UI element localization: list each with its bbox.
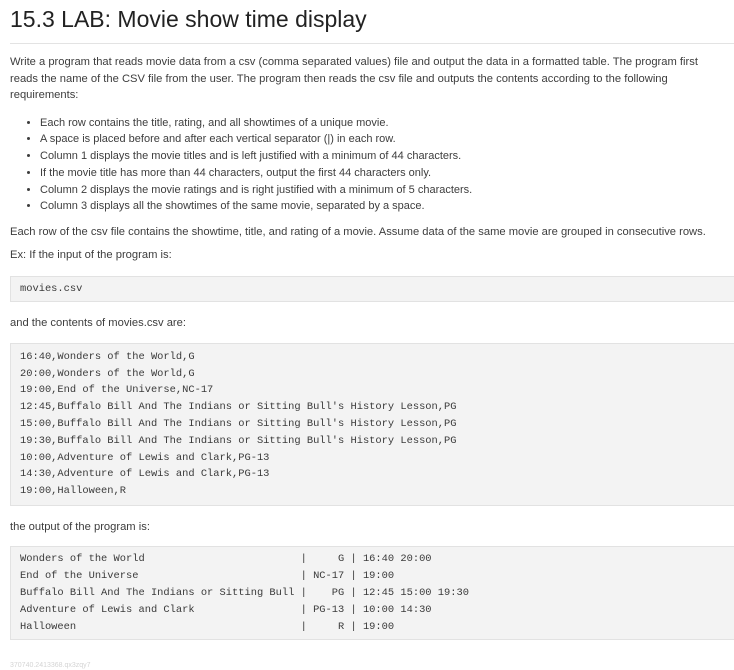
csv-format-paragraph: Each row of the csv file contains the sh…	[10, 226, 706, 239]
csv-line: 19:00,Halloween,R	[20, 485, 127, 498]
example-input-text: movies.csv	[20, 283, 83, 296]
csv-line: 16:40,Wonders of the World,G	[20, 350, 195, 363]
output-line: Adventure of Lewis and Clark | PG-13 | 1…	[20, 603, 432, 616]
page-title: 15.3 LAB: Movie show time display	[10, 6, 367, 32]
example-label: Ex: If the input of the program is:	[10, 248, 172, 261]
requirement-item: Column 1 displays the movie titles and i…	[40, 148, 734, 165]
example-input-box: movies.csv	[10, 276, 734, 303]
csv-line: 10:00,Adventure of Lewis and Clark,PG-13	[20, 451, 270, 464]
output-line: Buffalo Bill And The Indians or Sitting …	[20, 587, 469, 600]
requirement-item: Column 2 displays the movie ratings and …	[40, 182, 734, 199]
csv-line: 12:45,Buffalo Bill And The Indians or Si…	[20, 401, 457, 414]
requirement-item: Column 3 displays all the showtimes of t…	[40, 198, 734, 215]
requirement-item: A space is placed before and after each …	[40, 131, 734, 148]
csv-contents-label: and the contents of movies.csv are:	[10, 317, 186, 330]
output-label: the output of the program is:	[10, 520, 150, 533]
requirements-list: Each row contains the title, rating, and…	[10, 115, 734, 216]
csv-line: 19:30,Buffalo Bill And The Indians or Si…	[20, 434, 457, 447]
requirement-item: If the movie title has more than 44 char…	[40, 165, 734, 182]
csv-line: 15:00,Buffalo Bill And The Indians or Si…	[20, 417, 457, 430]
program-output-box: Wonders of the World | G | 16:40 20:00 En…	[10, 546, 734, 641]
output-line: Wonders of the World | G | 16:40 20:00	[20, 553, 432, 566]
output-line: End of the Universe | NC-17 | 19:00	[20, 570, 395, 583]
lab-id-footer: 370740.2413368.qx3zqy7	[10, 662, 91, 669]
lab-page: 15.3 LAB: Movie show time display Write …	[0, 0, 734, 641]
output-line: Halloween | R | 19:00	[20, 620, 395, 633]
csv-contents-box: 16:40,Wonders of the World,G 20:00,Wonder…	[10, 342, 734, 506]
title-divider	[10, 43, 734, 44]
csv-line: 14:30,Adventure of Lewis and Clark,PG-13	[20, 468, 270, 481]
csv-line: 20:00,Wonders of the World,G	[20, 367, 195, 380]
csv-line: 19:00,End of the Universe,NC-17	[20, 384, 214, 397]
intro-paragraph: Write a program that reads movie data fr…	[10, 56, 698, 101]
requirement-item: Each row contains the title, rating, and…	[40, 115, 734, 132]
